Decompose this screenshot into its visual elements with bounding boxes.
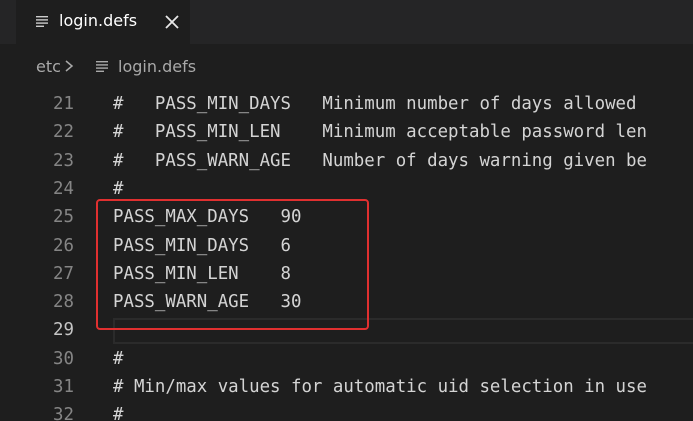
breadcrumb-file[interactable]: login.defs <box>118 57 196 76</box>
line-number: 28 <box>53 292 74 313</box>
line-number: 25 <box>53 207 74 228</box>
line-text[interactable]: # PASS_WARN_AGE Number of days warning g… <box>113 147 647 175</box>
line-number: 21 <box>53 94 74 114</box>
line-text[interactable]: # PASS_MIN_DAYS Minimum number of days a… <box>113 90 637 118</box>
file-lines-icon <box>96 61 108 72</box>
code-line[interactable]: 21 # PASS_MIN_DAYS Minimum number of days… <box>0 90 693 118</box>
line-text[interactable]: # <box>113 345 123 373</box>
line-number: 27 <box>53 263 74 284</box>
line-text[interactable]: # Min/max values for automatic uid selec… <box>113 373 647 401</box>
line-text[interactable]: # PASS_MIN_LEN Minimum acceptable passwo… <box>113 118 647 146</box>
breadcrumb-folder-etc[interactable]: etc <box>36 57 61 76</box>
line-number: 30 <box>53 348 74 369</box>
tab-login-defs[interactable]: login.defs <box>16 0 190 44</box>
line-number: 32 <box>53 405 74 421</box>
line-number: 26 <box>53 235 74 256</box>
code-line[interactable]: 23 # PASS_WARN_AGE Number of days warning… <box>0 147 693 175</box>
line-number: 22 <box>53 122 74 143</box>
line-number: 29 <box>53 320 74 341</box>
code-line[interactable]: 30 # <box>0 345 693 373</box>
file-lines-icon <box>36 16 48 27</box>
tab-label: login.defs <box>59 11 138 30</box>
code-line[interactable]: 22 # PASS_MIN_LEN Minimum acceptable pass… <box>0 118 693 146</box>
line-number: 31 <box>53 377 74 397</box>
chevron-right-icon <box>65 60 74 72</box>
code-line[interactable]: 32 # <box>0 401 693 421</box>
line-number: 24 <box>53 178 74 199</box>
highlight-annotation-box <box>96 199 369 330</box>
line-text[interactable]: # <box>113 401 123 421</box>
tab-bar: login.defs <box>0 0 693 44</box>
code-line[interactable]: 31 # Min/max values for automatic uid sel… <box>0 373 693 401</box>
close-icon[interactable] <box>163 13 181 31</box>
line-number: 23 <box>53 150 74 171</box>
